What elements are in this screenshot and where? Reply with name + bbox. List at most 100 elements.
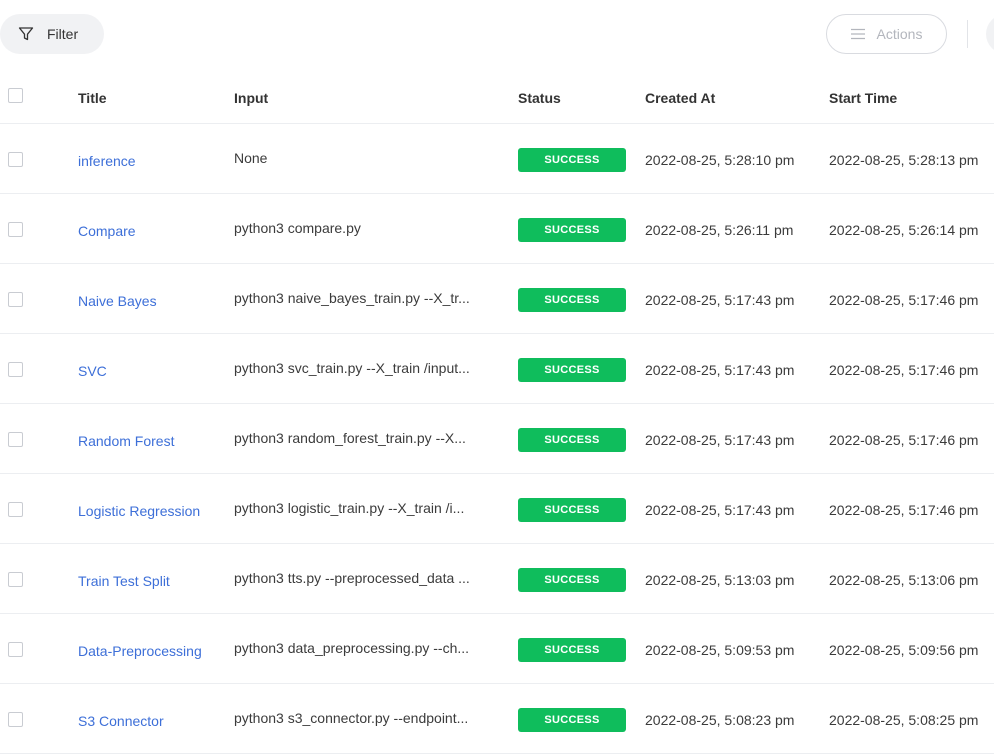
row-select-cell [8,264,24,333]
row-checkbox[interactable] [8,292,23,307]
start-time-cell: 2022-08-25, 5:17:46 pm [829,334,994,403]
column-header-title[interactable]: Title [78,72,228,123]
job-title-link[interactable]: S3 Connector [78,713,164,729]
table-row[interactable]: Data-Preprocessing python3 data_preproce… [0,614,994,684]
row-checkbox[interactable] [8,432,23,447]
input-cell: python3 s3_connector.py --endpoint... [234,684,504,753]
row-checkbox[interactable] [8,152,23,167]
job-input-text: python3 data_preprocessing.py --ch... [234,640,470,656]
created-at-cell: 2022-08-25, 5:08:23 pm [645,684,820,753]
created-at-text: 2022-08-25, 5:17:43 pm [645,361,795,378]
toolbar-divider [967,20,968,48]
start-time-text: 2022-08-25, 5:17:46 pm [829,501,979,518]
table-row[interactable]: SVC python3 svc_train.py --X_train /inpu… [0,334,994,404]
job-title-link[interactable]: Random Forest [78,433,174,449]
filter-label: Filter [47,26,79,42]
status-badge: SUCCESS [518,287,626,312]
more-options-button[interactable] [986,14,994,54]
created-at-text: 2022-08-25, 5:17:43 pm [645,501,795,518]
created-at-cell: 2022-08-25, 5:17:43 pm [645,334,820,403]
created-at-cell: 2022-08-25, 5:17:43 pm [645,264,820,333]
start-time-cell: 2022-08-25, 5:09:56 pm [829,614,994,683]
job-input-text: python3 random_forest_train.py --X... [234,430,466,446]
row-checkbox[interactable] [8,502,23,517]
created-at-text: 2022-08-25, 5:17:43 pm [645,291,795,308]
table-header-row: Title Input Status Created At Start Time [0,72,994,124]
row-checkbox[interactable] [8,712,23,727]
input-cell: python3 tts.py --preprocessed_data ... [234,544,504,613]
table-row[interactable]: Compare python3 compare.py SUCCESS 2022-… [0,194,994,264]
job-input-text: python3 svc_train.py --X_train /input... [234,360,470,376]
status-cell: SUCCESS [518,264,626,333]
row-checkbox[interactable] [8,642,23,657]
status-cell: SUCCESS [518,334,626,403]
title-cell: S3 Connector [78,684,228,753]
start-time-cell: 2022-08-25, 5:28:13 pm [829,124,994,193]
created-at-cell: 2022-08-25, 5:28:10 pm [645,124,820,193]
status-badge: SUCCESS [518,427,626,452]
title-cell: Naive Bayes [78,264,228,333]
column-header-input[interactable]: Input [234,72,504,123]
status-badge: SUCCESS [518,567,626,592]
input-cell: python3 random_forest_train.py --X... [234,404,504,473]
status-badge: SUCCESS [518,637,626,662]
title-cell: SVC [78,334,228,403]
status-cell: SUCCESS [518,684,626,753]
job-input-text: python3 logistic_train.py --X_train /i..… [234,500,465,516]
jobs-table: Title Input Status Created At Start Time… [0,72,994,754]
title-cell: Compare [78,194,228,263]
input-cell: python3 logistic_train.py --X_train /i..… [234,474,504,543]
select-all-checkbox[interactable] [8,88,23,103]
start-time-text: 2022-08-25, 5:13:06 pm [829,571,979,588]
table-row[interactable]: inference None SUCCESS 2022-08-25, 5:28:… [0,124,994,194]
column-header-created-at[interactable]: Created At [645,72,820,123]
created-at-cell: 2022-08-25, 5:17:43 pm [645,474,820,543]
table-row[interactable]: Logistic Regression python3 logistic_tra… [0,474,994,544]
created-at-text: 2022-08-25, 5:17:43 pm [645,431,795,448]
created-at-text: 2022-08-25, 5:08:23 pm [645,711,795,728]
job-title-link[interactable]: inference [78,153,136,169]
title-cell: inference [78,124,228,193]
hamburger-menu-icon [850,28,865,40]
filter-funnel-icon [18,27,34,41]
status-cell: SUCCESS [518,194,626,263]
column-header-start-time[interactable]: Start Time [829,72,994,123]
start-time-text: 2022-08-25, 5:17:46 pm [829,361,979,378]
title-cell: Train Test Split [78,544,228,613]
created-at-cell: 2022-08-25, 5:26:11 pm [645,194,820,263]
row-checkbox[interactable] [8,362,23,377]
start-time-text: 2022-08-25, 5:17:46 pm [829,431,979,448]
input-cell: None [234,124,504,193]
job-title-link[interactable]: Naive Bayes [78,293,157,309]
job-title-link[interactable]: Logistic Regression [78,503,200,519]
row-select-cell [8,614,24,683]
start-time-text: 2022-08-25, 5:28:13 pm [829,151,979,168]
actions-button[interactable]: Actions [826,14,947,54]
job-title-link[interactable]: Train Test Split [78,573,170,589]
created-at-cell: 2022-08-25, 5:17:43 pm [645,404,820,473]
column-header-status[interactable]: Status [518,72,626,123]
table-row[interactable]: Naive Bayes python3 naive_bayes_train.py… [0,264,994,334]
filter-button[interactable]: Filter [0,14,104,54]
table-row[interactable]: Train Test Split python3 tts.py --prepro… [0,544,994,614]
start-time-text: 2022-08-25, 5:08:25 pm [829,711,979,728]
row-select-cell [8,684,24,753]
created-at-cell: 2022-08-25, 5:13:03 pm [645,544,820,613]
start-time-cell: 2022-08-25, 5:17:46 pm [829,474,994,543]
start-time-cell: 2022-08-25, 5:17:46 pm [829,404,994,473]
start-time-text: 2022-08-25, 5:17:46 pm [829,291,979,308]
start-time-text: 2022-08-25, 5:09:56 pm [829,641,979,658]
table-row[interactable]: Random Forest python3 random_forest_trai… [0,404,994,474]
job-title-link[interactable]: SVC [78,363,107,379]
status-badge: SUCCESS [518,707,626,732]
job-title-link[interactable]: Compare [78,223,136,239]
status-cell: SUCCESS [518,614,626,683]
row-checkbox[interactable] [8,572,23,587]
start-time-cell: 2022-08-25, 5:26:14 pm [829,194,994,263]
status-cell: SUCCESS [518,544,626,613]
row-checkbox[interactable] [8,222,23,237]
job-input-text: python3 s3_connector.py --endpoint... [234,710,469,726]
job-title-link[interactable]: Data-Preprocessing [78,643,202,659]
table-row[interactable]: S3 Connector python3 s3_connector.py --e… [0,684,994,754]
title-cell: Random Forest [78,404,228,473]
